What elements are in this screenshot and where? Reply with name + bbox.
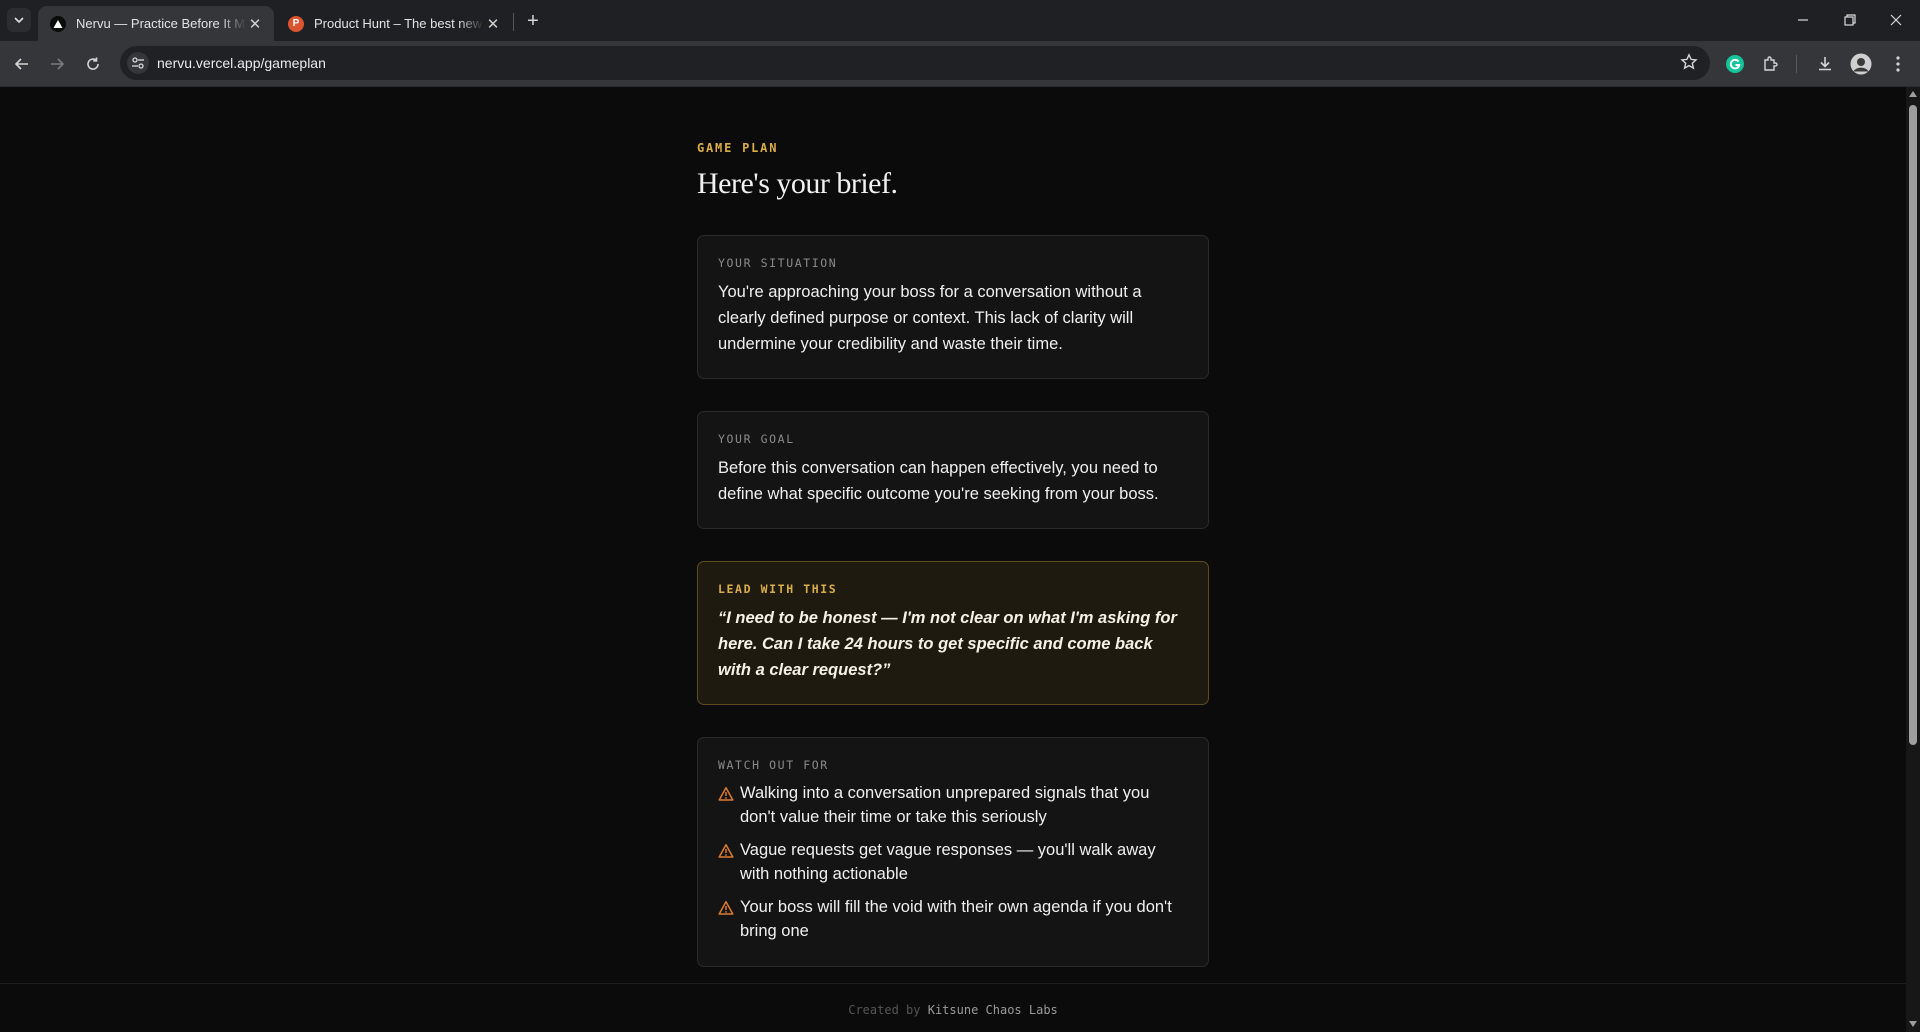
new-tab-button[interactable]: + — [520, 8, 546, 34]
url-text[interactable]: nervu.vercel.app/gameplan — [157, 55, 326, 71]
tab-product-hunt[interactable]: P Product Hunt – The best new products i… — [276, 6, 512, 41]
forward-button[interactable] — [42, 49, 72, 79]
close-window-button[interactable] — [1873, 0, 1919, 40]
situation-card: YOUR SITUATION You're approaching your b… — [697, 235, 1209, 379]
warning-triangle-icon — [718, 787, 734, 801]
bookmark-star-icon[interactable] — [1680, 53, 1698, 76]
minimize-button[interactable] — [1780, 0, 1826, 40]
downloads-button[interactable] — [1810, 49, 1840, 79]
site-info-button[interactable] — [127, 52, 149, 74]
scroll-down-arrow-icon[interactable] — [1909, 1021, 1917, 1027]
watch-out-card: WATCH OUT FOR Walking into a conversatio… — [697, 737, 1209, 967]
scrollbar-thumb[interactable] — [1909, 105, 1917, 745]
triangle-logo-icon — [50, 15, 66, 32]
grammarly-icon — [1726, 55, 1744, 73]
footer-prefix: Created by — [848, 1003, 921, 1017]
tune-icon — [132, 57, 144, 69]
close-tab-icon[interactable]: ✕ — [484, 15, 502, 33]
arrow-right-icon — [51, 58, 65, 70]
goal-card: YOUR GOAL Before this conversation can h… — [697, 411, 1209, 529]
restore-icon — [1844, 14, 1856, 26]
address-bar[interactable]: nervu.vercel.app/gameplan — [120, 46, 1710, 80]
page-viewport: GAME PLAN Here's your brief. YOUR SITUAT… — [0, 87, 1906, 1032]
back-button[interactable] — [7, 49, 37, 79]
extensions-button[interactable] — [1756, 49, 1786, 79]
close-icon — [1890, 14, 1902, 26]
scroll-up-arrow-icon[interactable] — [1909, 91, 1917, 97]
tab-nervu[interactable]: Nervu — Practice Before It Matters ✕ — [38, 6, 274, 41]
grammarly-extension-button[interactable] — [1720, 49, 1750, 79]
tab-strip: Nervu — Practice Before It Matters ✕ P P… — [0, 0, 1920, 41]
download-icon — [1819, 57, 1831, 71]
warning-triangle-icon — [718, 901, 734, 915]
product-hunt-p-icon: P — [288, 15, 304, 32]
browser-menu-button[interactable] — [1883, 49, 1913, 79]
tab-title: Nervu — Practice Before It Matters — [76, 16, 246, 31]
tab-search-button[interactable] — [7, 8, 31, 32]
browser-toolbar: nervu.vercel.app/gameplan — [0, 41, 1920, 87]
warning-text: Your boss will fill the void with their … — [740, 898, 1172, 940]
footer-brand-link[interactable]: Kitsune Chaos Labs — [928, 1003, 1058, 1017]
watch-out-label: WATCH OUT FOR — [718, 758, 829, 772]
list-item: Walking into a conversation unprepared s… — [718, 781, 1188, 829]
page-title: Here's your brief. — [697, 167, 898, 200]
arrow-left-icon — [14, 58, 28, 70]
avatar — [1850, 53, 1872, 75]
list-item: Your boss will fill the void with their … — [718, 895, 1188, 943]
minimize-icon — [1798, 19, 1808, 21]
tab-title: Product Hunt – The best new products in … — [314, 16, 484, 31]
section-eyebrow: GAME PLAN — [697, 141, 779, 155]
reload-button[interactable] — [78, 49, 108, 79]
restore-button[interactable] — [1827, 0, 1873, 40]
goal-text: Before this conversation can happen effe… — [718, 459, 1159, 503]
reload-icon — [87, 57, 99, 70]
footer-divider — [0, 983, 1906, 984]
situation-label: YOUR SITUATION — [718, 256, 838, 270]
lead-with-this-card: LEAD WITH THIS “I need to be honest — I'… — [697, 561, 1209, 705]
puzzle-icon — [1764, 56, 1778, 71]
warning-text: Walking into a conversation unprepared s… — [740, 784, 1150, 826]
profile-avatar-button[interactable] — [1846, 49, 1876, 79]
situation-text: You're approaching your boss for a conve… — [718, 283, 1142, 353]
chevron-down-icon — [14, 17, 24, 24]
warning-text: Vague requests get vague responses — you… — [740, 841, 1156, 883]
close-tab-icon[interactable]: ✕ — [246, 15, 264, 33]
kebab-menu-icon — [1896, 56, 1900, 72]
toolbar-divider — [1796, 55, 1797, 73]
page-scrollbar[interactable] — [1906, 87, 1920, 1032]
lead-label: LEAD WITH THIS — [718, 582, 838, 596]
watch-out-list: Walking into a conversation unprepared s… — [718, 781, 1188, 943]
warning-triangle-icon — [718, 844, 734, 858]
footer-credit: Created by Kitsune Chaos Labs — [0, 1003, 1906, 1017]
list-item: Vague requests get vague responses — you… — [718, 838, 1188, 886]
lead-quote: “I need to be honest — I'm not clear on … — [718, 609, 1177, 679]
tab-divider — [513, 13, 514, 31]
goal-label: YOUR GOAL — [718, 432, 795, 446]
